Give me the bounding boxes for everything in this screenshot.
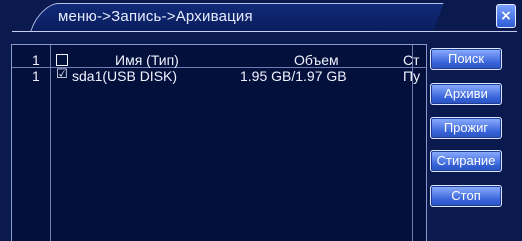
table-row[interactable]: 1 ☑ sda1(USB DISK) 1.95 GB/1.97 GB Пу <box>12 67 426 85</box>
title-bar: меню->Запись->Архивация × <box>0 0 522 33</box>
device-table: 1 Имя (Тип) Объем Ст 1 ☑ sda1(USB DISK) … <box>11 44 427 241</box>
archive-window: меню->Запись->Архивация × 1 Имя (Тип) Об… <box>0 0 522 241</box>
select-all-checkbox[interactable] <box>56 54 68 66</box>
row-name: sda1(USB DISK) <box>72 68 178 84</box>
window-title: меню->Запись->Архивация <box>58 8 253 25</box>
erase-button[interactable]: Стирание <box>430 150 502 172</box>
row-index: 1 <box>32 68 40 84</box>
archive-button[interactable]: Архиви <box>430 83 502 105</box>
row-checkbox[interactable]: ☑ <box>56 67 68 80</box>
title-divider <box>12 31 517 32</box>
search-button[interactable]: Поиск <box>430 48 502 70</box>
row-size: 1.95 GB/1.97 GB <box>240 68 347 84</box>
row-status: Пу <box>403 68 421 84</box>
burn-button[interactable]: Прожиг <box>430 117 502 139</box>
close-icon[interactable]: × <box>496 4 516 28</box>
stop-button[interactable]: Стоп <box>430 185 502 207</box>
